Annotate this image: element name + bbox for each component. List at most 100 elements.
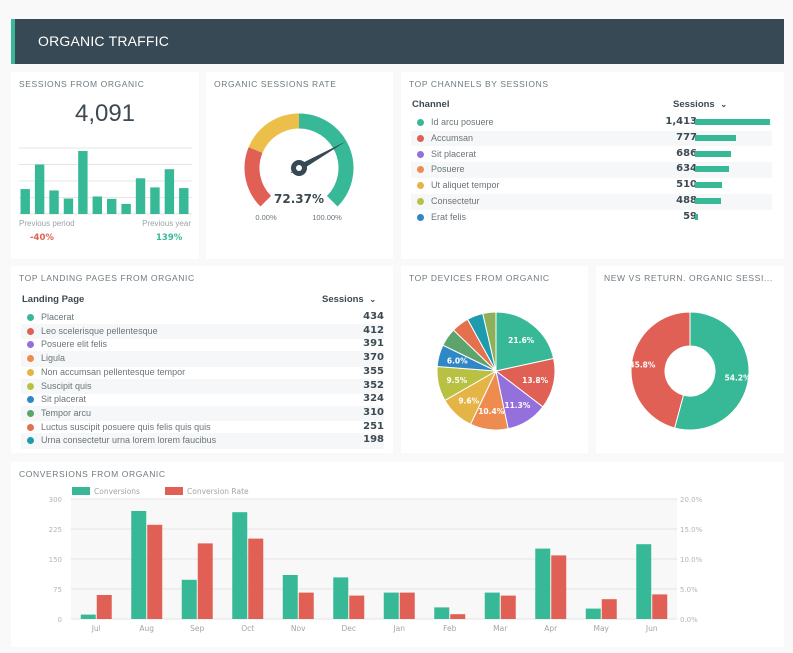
table-row[interactable]: Erat felis 59 — [411, 210, 772, 226]
slice-label: 9.6% — [458, 396, 479, 405]
conversions-bar-chart: 0 0.0% 75 5.0% 150 10.0% 225 15.0% 300 20.0% Jul Au… — [49, 487, 703, 633]
conversions-bar[interactable] — [80, 614, 96, 619]
column-header-channel: Channel — [412, 99, 450, 110]
conversion-rate-bar[interactable] — [450, 614, 466, 619]
table-row[interactable]: Sit placerat 686 — [411, 147, 772, 163]
trend-bar — [63, 198, 74, 214]
slice-label: 45.8% — [629, 361, 656, 370]
slice-label: 21.6% — [508, 336, 535, 345]
color-dot-icon — [27, 423, 34, 431]
gauge-band — [298, 113, 354, 207]
row-label: Erat felis — [431, 211, 467, 222]
color-dot-icon — [27, 327, 34, 335]
row-value: 310 — [363, 406, 384, 418]
gauge-chart: 72.37% 0.00% 100.00% — [244, 113, 354, 222]
conversion-rate-bar[interactable] — [248, 538, 264, 619]
conversion-rate-bar[interactable] — [197, 543, 213, 619]
conversions-card: CONVERSIONS FROM ORGANIC 0 0.0% 75 5.0% 150 1… — [11, 462, 784, 647]
color-dot-icon — [417, 182, 424, 190]
slice-label: 13.8% — [522, 376, 549, 385]
conversion-rate-bar[interactable] — [551, 555, 567, 619]
value-bar — [695, 198, 721, 204]
value-bar — [695, 150, 732, 157]
slice-label: 11.3% — [504, 401, 531, 410]
row-label: Posuere elit felis — [41, 339, 108, 350]
conversion-rate-bar[interactable] — [601, 599, 617, 619]
color-dot-icon — [27, 409, 34, 417]
color-dot-icon — [27, 437, 34, 445]
x-tick-label: Jan — [392, 624, 405, 633]
trend-bar — [107, 198, 117, 214]
card-title: TOP CHANNELS BY SESSIONS — [409, 79, 549, 89]
new-vs-return-donut-chart: 54.2% 45.8% — [629, 311, 751, 431]
color-dot-icon — [27, 341, 34, 349]
legend-item[interactable]: Conversions — [72, 487, 140, 496]
column-header-sessions[interactable]: Sessions ⌄ — [673, 99, 727, 110]
table-row[interactable]: Id arcu posuere 1,413 — [411, 115, 772, 131]
x-tick-label: Apr — [544, 624, 558, 633]
y2-tick-label: 15.0% — [680, 526, 703, 534]
table-row[interactable]: Consectetur 488 — [411, 194, 772, 210]
conversions-bar[interactable] — [484, 592, 500, 619]
column-header-sessions[interactable]: Sessions ⌄ — [322, 294, 376, 305]
row-value: 412 — [363, 324, 384, 336]
row-label: Tempor arcu — [41, 407, 92, 418]
conversions-bar[interactable] — [131, 511, 147, 619]
x-tick-label: Nov — [291, 624, 306, 633]
slice-label: 9.5% — [446, 376, 467, 385]
conversion-rate-bar[interactable] — [147, 524, 163, 619]
conversions-bar[interactable] — [585, 608, 601, 619]
chevron-down-icon: ⌄ — [369, 295, 377, 304]
legend-label: Conversions — [94, 487, 140, 496]
top-channels-card: TOP CHANNELS BY SESSIONS Channel Session… — [401, 72, 784, 259]
x-tick-label: Feb — [443, 624, 457, 633]
conversion-rate-bar[interactable] — [652, 594, 668, 619]
color-dot-icon — [27, 314, 34, 321]
x-tick-label: May — [593, 624, 609, 633]
row-value: 355 — [363, 365, 384, 377]
table-row[interactable]: Accumsan 777 — [411, 130, 772, 147]
table-row[interactable]: Posuere 634 — [411, 162, 772, 178]
conversions-bar[interactable] — [232, 512, 248, 619]
chevron-down-icon: ⌄ — [720, 100, 728, 109]
top-landing-pages-card: TOP LANDING PAGES FROM ORGANIC Landing P… — [11, 266, 393, 453]
row-value: 434 — [363, 311, 384, 322]
slice-label: 6.0% — [447, 357, 468, 366]
trend-bar — [179, 188, 189, 214]
row-label: Id arcu posuere — [431, 117, 494, 127]
y2-tick-label: 0.0% — [680, 616, 698, 624]
conversions-bar[interactable] — [282, 575, 298, 619]
table-row[interactable]: Ut aliquet tempor 510 — [411, 178, 772, 194]
conversions-bar[interactable] — [434, 607, 450, 619]
trend-bar — [135, 178, 146, 214]
row-value: 251 — [363, 420, 384, 432]
conversions-bar[interactable] — [383, 592, 399, 619]
row-label: Ligula — [41, 353, 66, 364]
y2-tick-label: 10.0% — [680, 556, 703, 564]
top-devices-card: TOP DEVICES FROM ORGANIC 21.6% 13.8% 11.3%… — [401, 266, 588, 453]
x-tick-label: Aug — [139, 624, 154, 633]
previous-period-label: Previous period — [19, 219, 75, 228]
color-dot-icon — [27, 355, 34, 363]
legend-label: Conversion Rate — [187, 487, 249, 496]
color-dot-icon — [417, 150, 424, 158]
value-bar — [695, 134, 737, 141]
conversion-rate-bar[interactable] — [298, 592, 314, 619]
color-dot-icon — [417, 119, 424, 126]
conversion-rate-bar[interactable] — [349, 595, 365, 619]
table-row[interactable]: Urna consectetur urna lorem lorem faucib… — [21, 433, 384, 449]
conversions-bar[interactable] — [181, 579, 197, 619]
row-value: 686 — [676, 147, 697, 159]
trend-bar — [49, 190, 59, 214]
color-dot-icon — [417, 134, 424, 142]
conversion-rate-bar[interactable] — [500, 595, 516, 619]
row-value: 488 — [676, 195, 697, 206]
row-value: 777 — [676, 131, 697, 143]
value-bar — [695, 213, 699, 220]
conversion-rate-bar[interactable] — [399, 592, 415, 619]
conversions-bar[interactable] — [636, 544, 652, 619]
conversion-rate-bar[interactable] — [96, 595, 112, 619]
conversions-bar[interactable] — [535, 548, 551, 619]
legend-item[interactable]: Conversion Rate — [165, 487, 249, 496]
conversions-bar[interactable] — [333, 577, 349, 619]
